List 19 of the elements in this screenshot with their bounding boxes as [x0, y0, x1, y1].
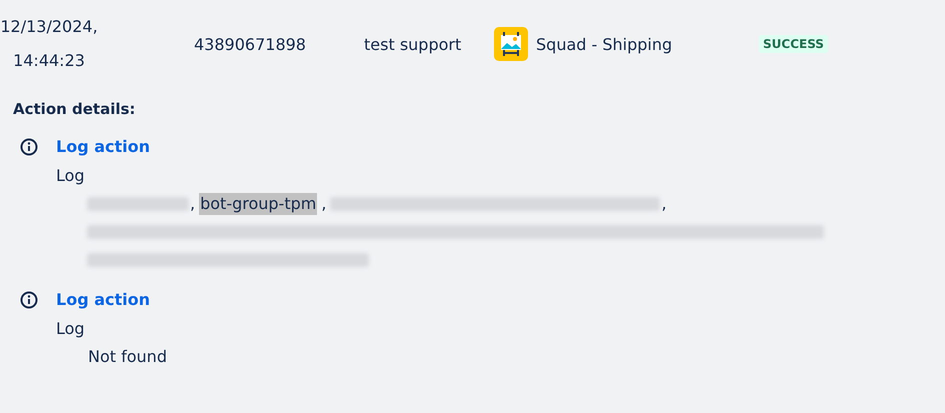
status-lozenge: SUCCESS: [759, 35, 828, 53]
action-type: Log: [56, 165, 86, 187]
time-text: 14:44:23: [13, 50, 85, 72]
output-text: bot-group-tpm: [199, 193, 318, 215]
action-type: Log: [56, 318, 86, 340]
section-heading: Action details:: [13, 100, 136, 118]
output-text: ,: [189, 193, 196, 215]
info-icon: [20, 291, 38, 309]
output-text: Not found: [87, 346, 168, 368]
output-text: ,: [320, 193, 328, 215]
date-text: 12/13/2024,: [0, 16, 98, 38]
actor-text: test support: [364, 34, 462, 54]
rule-name: Squad - Shipping: [536, 34, 672, 54]
action-link[interactable]: Log action: [56, 137, 150, 156]
output-text: ,: [660, 193, 668, 215]
action-link[interactable]: Log action: [56, 290, 150, 309]
id-text: 43890671898: [194, 34, 307, 54]
picture-board-icon: [494, 27, 528, 61]
info-icon: [20, 138, 38, 156]
